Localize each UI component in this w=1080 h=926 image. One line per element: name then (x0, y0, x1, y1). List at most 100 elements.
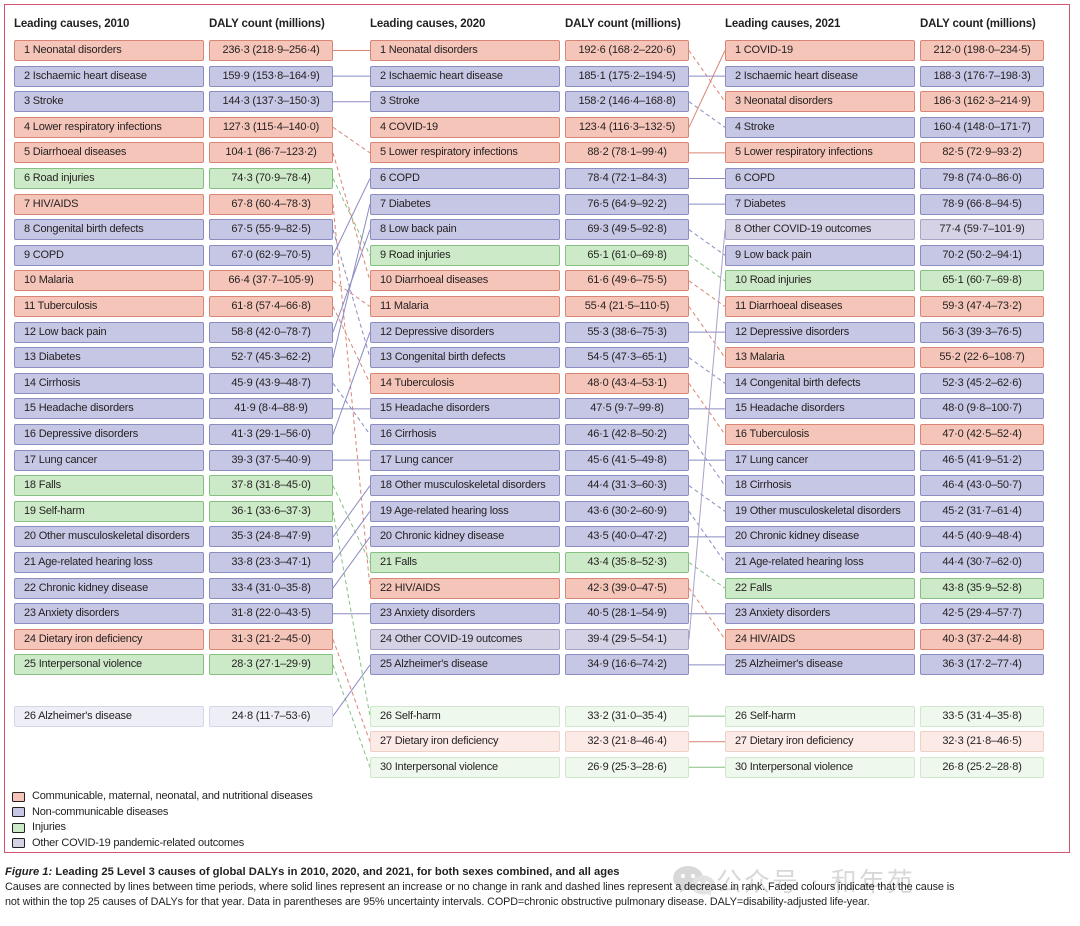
caption-line-2: not within the top 25 causes of DALYs fo… (5, 895, 870, 908)
daly-value-box: 65·1 (60·7–69·8) (920, 270, 1044, 292)
daly-value-box: 52·7 (45·3–62·2) (209, 347, 333, 369)
cause-box: 18 Falls (14, 475, 204, 497)
caption-title-text: Leading 25 Level 3 causes of global DALY… (55, 866, 620, 878)
daly-value-box: 45·9 (43·9–48·7) (209, 372, 333, 394)
cause-box: 2 Ischaemic heart disease (725, 65, 915, 87)
legend-label: Communicable, maternal, neonatal, and nu… (32, 790, 313, 803)
legend-label: Non-communicable diseases (32, 805, 169, 818)
daly-value-box: 160·4 (148·0–171·7) (920, 116, 1044, 138)
caption-line-1: Causes are connected by lines between ti… (5, 881, 955, 893)
daly-value-box: 44·5 (40·9–48·4) (920, 526, 1044, 548)
cause-box: 11 Diarrhoeal diseases (725, 296, 915, 317)
daly-value-box: 46·4 (43·0–50·7) (920, 475, 1044, 497)
column-header-causes-2020: Leading causes, 2020 (370, 18, 486, 30)
daly-value-box: 192·6 (168·2–220·6) (565, 40, 689, 61)
cause-box: 9 COPD (14, 244, 204, 266)
daly-value-box: 32·3 (21·8–46·4) (565, 731, 689, 753)
daly-value-box: 88·2 (78·1–99·4) (565, 142, 689, 164)
daly-value-box: 36·1 (33·6–37·3) (209, 500, 333, 522)
cause-box: 1 Neonatal disorders (370, 40, 560, 61)
cause-box: 11 Malaria (370, 296, 560, 317)
daly-value-box: 31·3 (21·2–45·0) (209, 628, 333, 650)
cause-box: 17 Lung cancer (370, 449, 560, 471)
daly-value-box: 185·1 (175·2–194·5) (565, 65, 689, 87)
cause-box: 9 Road injuries (370, 244, 560, 266)
cause-box: 9 Low back pain (725, 244, 915, 266)
cause-box: 21 Age-related hearing loss (14, 552, 204, 573)
daly-value-box: 45·2 (31·7–61·4) (920, 500, 1044, 522)
figure-number: Figure 1: (5, 866, 53, 878)
daly-value-box: 186·3 (162·3–214·9) (920, 91, 1044, 113)
cause-box: 25 Interpersonal violence (14, 654, 204, 676)
daly-value-box: 47·0 (42·5–52·4) (920, 424, 1044, 445)
cause-box: 12 Depressive disorders (370, 321, 560, 343)
cause-box: 6 COPD (370, 168, 560, 189)
daly-value-box: 55·3 (38·6–75·3) (565, 321, 689, 343)
cause-box: 13 Congenital birth defects (370, 347, 560, 369)
daly-value-box: 55·4 (21·5–110·5) (565, 296, 689, 317)
column-header-daly-2021: DALY count (millions) (920, 18, 1036, 30)
cause-box: 3 Stroke (370, 91, 560, 113)
daly-value-box: 77·4 (59·7–101·9) (920, 219, 1044, 241)
cause-box: 15 Headache disorders (725, 398, 915, 420)
column-header-daly-2010: DALY count (millions) (209, 18, 325, 30)
cause-box: 1 COVID-19 (725, 40, 915, 61)
daly-value-box: 59·3 (47·4–73·2) (920, 296, 1044, 317)
cause-box: 14 Cirrhosis (14, 372, 204, 394)
column-header-causes-2010: Leading causes, 2010 (14, 18, 130, 30)
cause-box: 5 Diarrhoeal diseases (14, 142, 204, 164)
daly-value-box: 78·9 (66·8–94·5) (920, 193, 1044, 215)
daly-value-box: 76·5 (64·9–92·2) (565, 193, 689, 215)
cause-box: 19 Age-related hearing loss (370, 500, 560, 522)
legend-item: Injuries (12, 820, 313, 836)
daly-value-box: 55·2 (22·6–108·7) (920, 347, 1044, 369)
daly-value-box: 34·9 (16·6–74·2) (565, 654, 689, 676)
daly-value-box: 70·2 (50·2–94·1) (920, 244, 1044, 266)
daly-value-box: 212·0 (198·0–234·5) (920, 40, 1044, 61)
daly-value-box: 188·3 (176·7–198·3) (920, 65, 1044, 87)
legend-item: Other COVID-19 pandemic-related outcomes (12, 836, 313, 852)
cause-box: 5 Lower respiratory infections (725, 142, 915, 164)
daly-value-box: 67·0 (62·9–70·5) (209, 244, 333, 266)
cause-box: 23 Anxiety disorders (370, 603, 560, 625)
cause-box: 8 Other COVID-19 outcomes (725, 219, 915, 241)
cause-box: 18 Other musculoskeletal disorders (370, 475, 560, 497)
daly-value-box: 56·3 (39·3–76·5) (920, 321, 1044, 343)
daly-value-box: 46·5 (41·9–51·2) (920, 449, 1044, 471)
cause-box: 18 Cirrhosis (725, 475, 915, 497)
cause-box: 2 Ischaemic heart disease (14, 65, 204, 87)
daly-value-box: 41·9 (8·4–88·9) (209, 398, 333, 420)
daly-value-box: 41·3 (29·1–56·0) (209, 424, 333, 445)
daly-value-box: 44·4 (30·7–62·0) (920, 552, 1044, 573)
cause-box: 16 Depressive disorders (14, 424, 204, 445)
figure-container: Leading causes, 2010 DALY count (millions… (0, 0, 1080, 926)
cause-box: 25 Alzheimer's disease (725, 654, 915, 676)
cause-box: 15 Headache disorders (14, 398, 204, 420)
cause-box: 17 Lung cancer (725, 449, 915, 471)
daly-value-box: 74·3 (70·9–78·4) (209, 168, 333, 189)
cause-box: 17 Lung cancer (14, 449, 204, 471)
daly-value-box: 127·3 (115·4–140·0) (209, 116, 333, 138)
daly-value-box: 159·9 (153·8–164·9) (209, 65, 333, 87)
cause-box: 6 Road injuries (14, 168, 204, 189)
cause-box: 8 Low back pain (370, 219, 560, 241)
daly-value-box: 44·4 (31·3–60·3) (565, 475, 689, 497)
cause-box: 19 Self-harm (14, 500, 204, 522)
cause-box: 20 Chronic kidney disease (370, 526, 560, 548)
daly-value-box: 67·8 (60·4–78·3) (209, 193, 333, 215)
cause-box: 13 Diabetes (14, 347, 204, 369)
legend-item: Communicable, maternal, neonatal, and nu… (12, 789, 313, 805)
cause-box: 4 Lower respiratory infections (14, 116, 204, 138)
daly-value-box: 61·6 (49·6–75·5) (565, 270, 689, 292)
column-header-daly-2020: DALY count (millions) (565, 18, 681, 30)
daly-value-box: 46·1 (42·8–50·2) (565, 424, 689, 445)
daly-value-box: 28·3 (27·1–29·9) (209, 654, 333, 676)
cause-box: 14 Tuberculosis (370, 372, 560, 394)
cause-box: 24 HIV/AIDS (725, 628, 915, 650)
daly-value-box: 52·3 (45·2–62·6) (920, 372, 1044, 394)
daly-value-box: 39·3 (37·5–40·9) (209, 449, 333, 471)
cause-box: 14 Congenital birth defects (725, 372, 915, 394)
cause-box: 12 Low back pain (14, 321, 204, 343)
legend-swatch-cmnn-icon (12, 791, 25, 802)
daly-value-box: 33·8 (23·3–47·1) (209, 552, 333, 573)
